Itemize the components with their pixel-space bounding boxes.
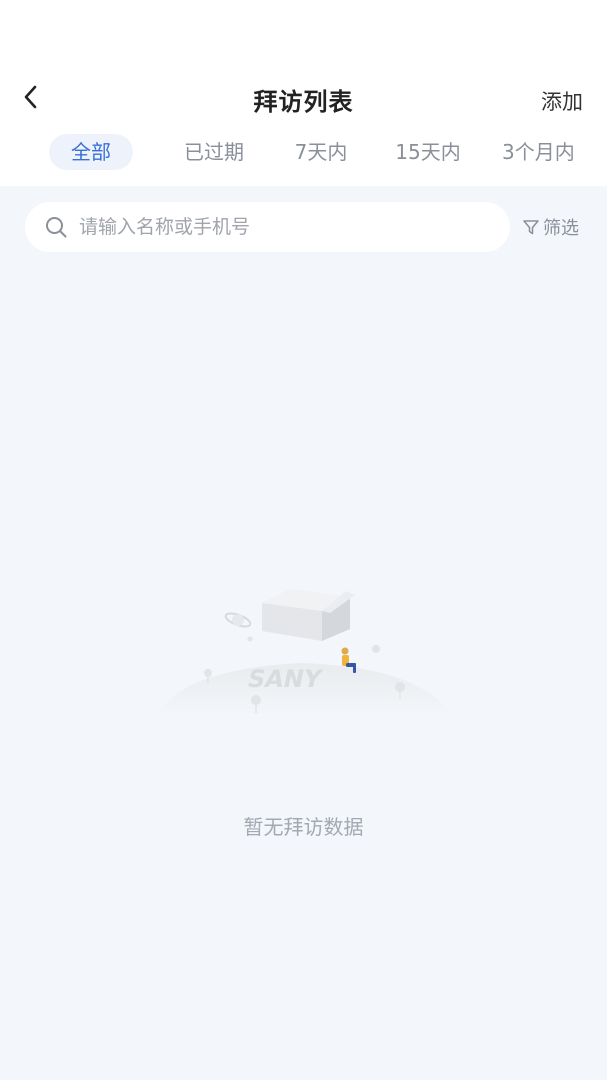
search-icon [46, 217, 67, 238]
filter-icon [523, 220, 539, 235]
page-title: 拜访列表 [253, 88, 354, 116]
tab-all[interactable]: 全部 [49, 134, 133, 170]
tab-fade [581, 126, 607, 178]
tab-15-days[interactable]: 15天内 [388, 134, 468, 170]
empty-message: 暂无拜访数据 [243, 815, 364, 839]
search-box[interactable] [25, 202, 510, 252]
search-input[interactable] [79, 216, 479, 238]
tab-bar: 全部 已过期 7天内 15天内 3个月内 [0, 126, 607, 178]
sany-logo-text: SANY [245, 664, 325, 693]
empty-state-illustration: SANY [158, 589, 452, 715]
header: 拜访列表 添加 全部 已过期 7天内 15天内 3个月内 [0, 0, 607, 186]
filter-button[interactable]: 筛选 [522, 214, 579, 240]
add-button[interactable]: 添加 [541, 86, 583, 116]
filter-label: 筛选 [543, 218, 579, 239]
tab-expired[interactable]: 已过期 [172, 134, 256, 170]
tab-7-days[interactable]: 7天内 [282, 134, 360, 170]
